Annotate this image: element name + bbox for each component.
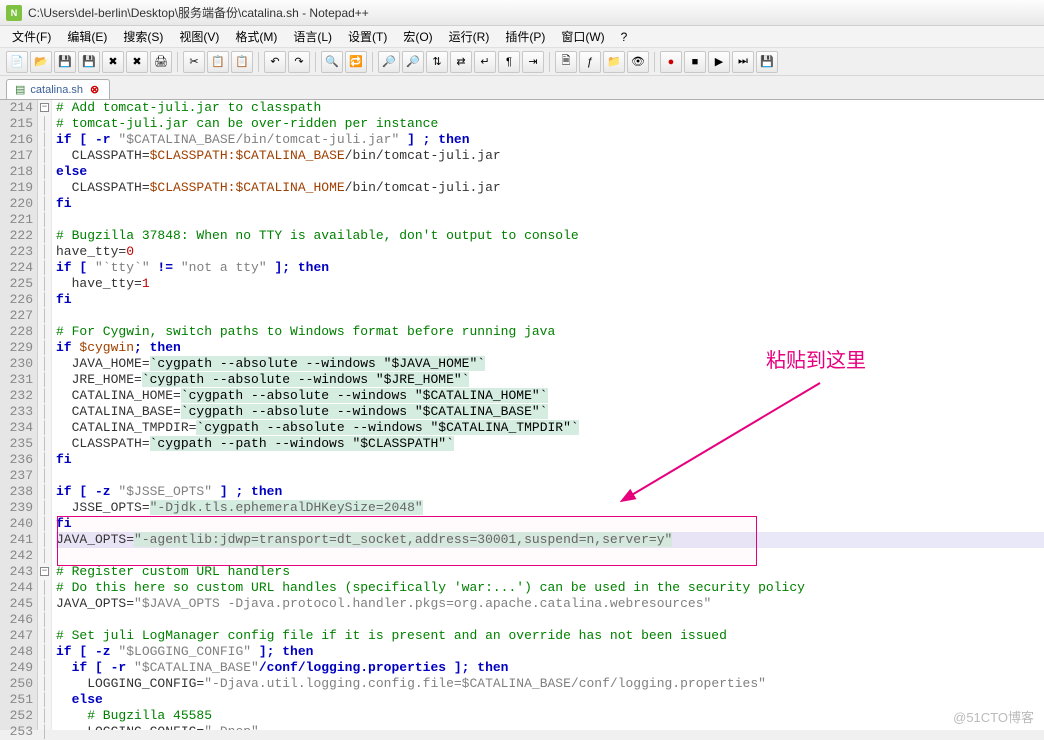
monitor-button[interactable]: 👁 [627,51,649,73]
undo-button[interactable]: ↶ [264,51,286,73]
func-list-button[interactable]: ƒ [579,51,601,73]
sync-h-button[interactable]: ⇄ [450,51,472,73]
menu-edit[interactable]: 编辑(E) [59,26,115,47]
wordwrap-button[interactable]: ↵ [474,51,496,73]
menu-plugins[interactable]: 插件(P) [497,26,553,47]
menu-help[interactable]: ? [613,28,636,46]
cut-button[interactable]: ✂ [183,51,205,73]
record-macro-button[interactable]: ● [660,51,682,73]
menu-view[interactable]: 视图(V) [171,26,227,47]
toolbar-separator [258,52,259,72]
menu-run[interactable]: 运行(R) [441,26,498,47]
menu-settings[interactable]: 设置(T) [340,26,395,47]
copy-button[interactable]: 📋 [207,51,229,73]
redo-button[interactable]: ↷ [288,51,310,73]
menu-file[interactable]: 文件(F) [4,26,59,47]
find-button[interactable]: 🔍 [321,51,343,73]
code-editor[interactable]: 2142152162172182192202212222232242252262… [0,100,1044,730]
line-number-gutter: 2142152162172182192202212222232242252262… [0,100,38,730]
play-multi-button[interactable]: ⏭ [732,51,754,73]
menu-format[interactable]: 格式(M) [227,26,285,47]
app-icon: N [6,5,22,21]
zoom-in-button[interactable]: 🔎 [378,51,400,73]
menu-search[interactable]: 搜索(S) [115,26,171,47]
save-button[interactable]: 💾 [54,51,76,73]
folder-button[interactable]: 📁 [603,51,625,73]
indent-button[interactable]: ⇥ [522,51,544,73]
save-all-button[interactable]: 💾 [78,51,100,73]
print-button[interactable]: 🖨 [150,51,172,73]
zoom-out-button[interactable]: 🔎 [402,51,424,73]
toolbar: 📄 📂 💾 💾 ✖ ✖ 🖨 ✂ 📋 📋 ↶ ↷ 🔍 🔁 🔎 🔎 ⇅ ⇄ ↵ ¶ … [0,48,1044,76]
paste-button[interactable]: 📋 [231,51,253,73]
menu-bar: 文件(F) 编辑(E) 搜索(S) 视图(V) 格式(M) 语言(L) 设置(T… [0,26,1044,48]
close-button[interactable]: ✖ [102,51,124,73]
watermark: @51CTO博客 [953,707,1034,726]
code-area[interactable]: # Add tomcat-juli.jar to classpath# tomc… [52,100,1044,730]
play-macro-button[interactable]: ▶ [708,51,730,73]
close-all-button[interactable]: ✖ [126,51,148,73]
title-bar: N C:\Users\del-berlin\Desktop\服务端备份\cata… [0,0,1044,26]
tab-label: catalina.sh [30,84,83,96]
fold-column[interactable]: −││││││││││││││││││││││││││││−││││││││││ [38,100,52,730]
modified-indicator: ⊗ [90,83,99,96]
toolbar-separator [654,52,655,72]
new-file-button[interactable]: 📄 [6,51,28,73]
replace-button[interactable]: 🔁 [345,51,367,73]
file-icon: ▤ [15,83,25,96]
menu-window[interactable]: 窗口(W) [553,26,612,47]
stop-macro-button[interactable]: ■ [684,51,706,73]
toolbar-separator [177,52,178,72]
tab-bar: ▤ catalina.sh ⊗ [0,76,1044,100]
toolbar-separator [372,52,373,72]
window-title: C:\Users\del-berlin\Desktop\服务端备份\catali… [28,4,369,21]
toolbar-separator [315,52,316,72]
toolbar-separator [549,52,550,72]
allchars-button[interactable]: ¶ [498,51,520,73]
save-macro-button[interactable]: 💾 [756,51,778,73]
open-file-button[interactable]: 📂 [30,51,52,73]
tab-catalina[interactable]: ▤ catalina.sh ⊗ [6,79,110,99]
doc-map-button[interactable]: 🗎 [555,51,577,73]
menu-macro[interactable]: 宏(O) [395,26,440,47]
menu-language[interactable]: 语言(L) [285,26,340,47]
sync-v-button[interactable]: ⇅ [426,51,448,73]
